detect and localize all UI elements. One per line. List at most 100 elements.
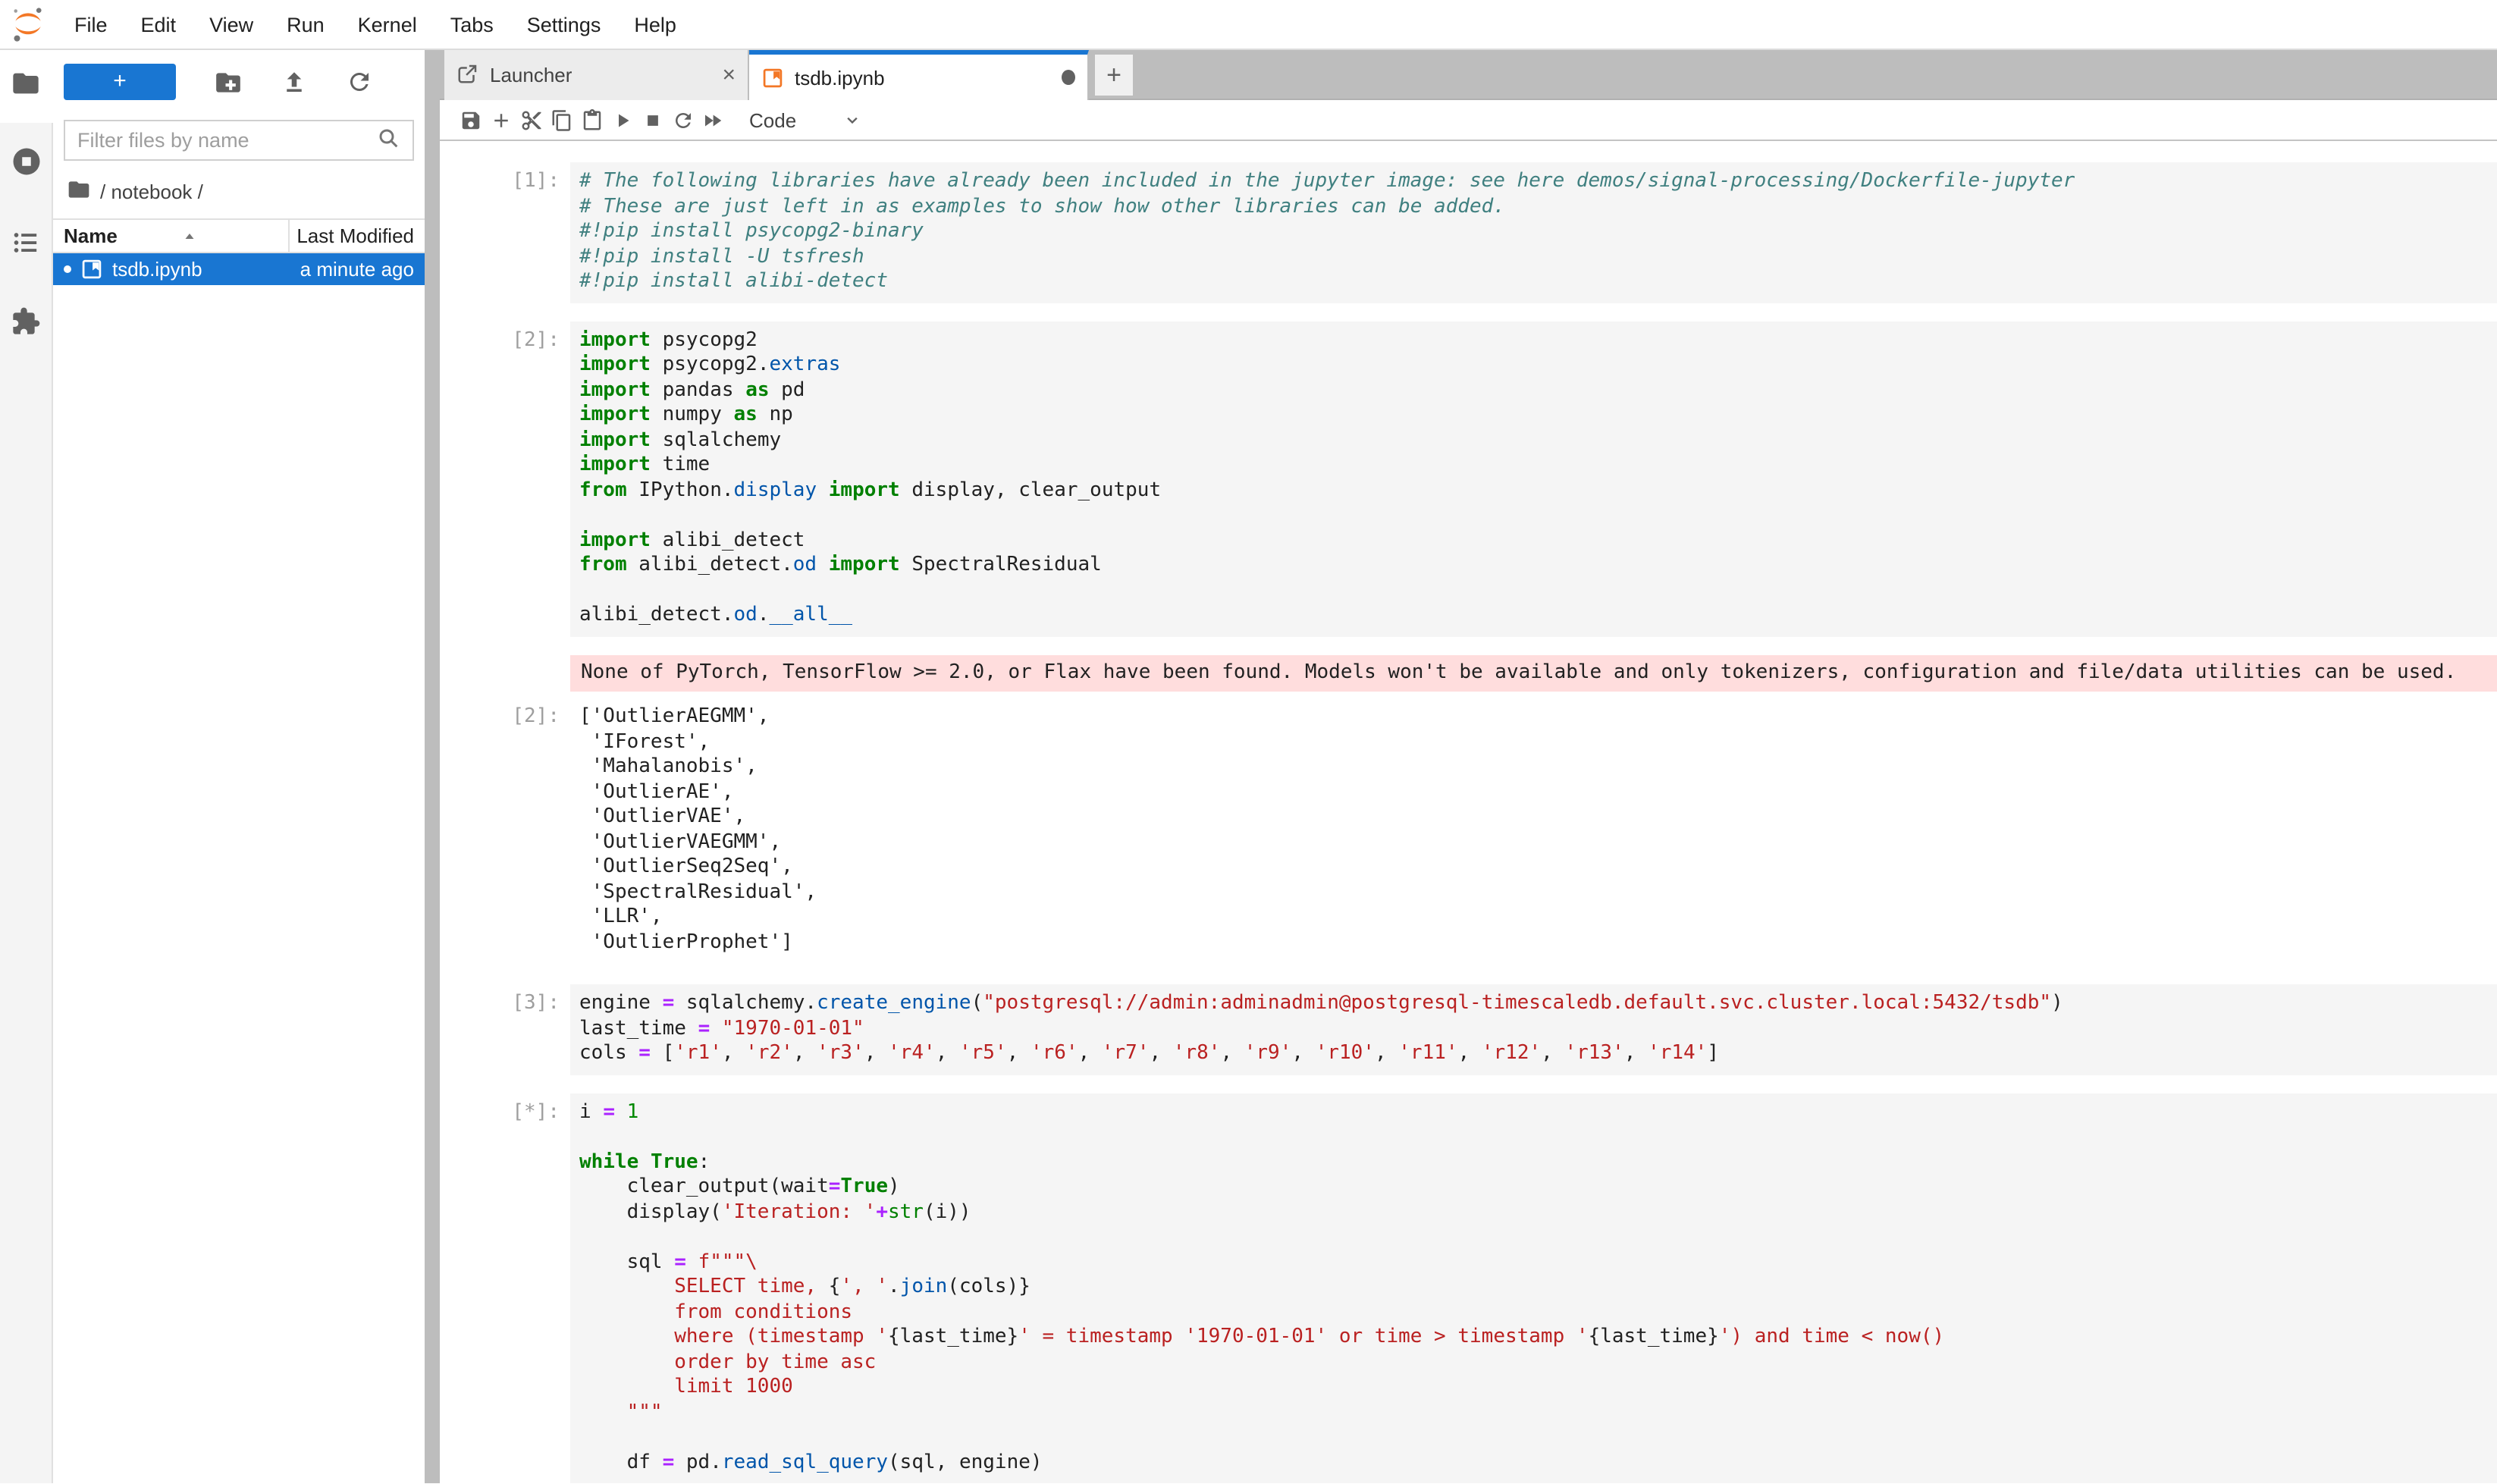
menu-tabs[interactable]: Tabs (434, 13, 510, 36)
restart-kernel-button[interactable] (667, 108, 698, 131)
cell-editor[interactable]: i = 1 while True: clear_output(wait=True… (570, 1093, 2497, 1482)
code-line: display('Iteration: '+str(i)) (579, 1200, 2488, 1225)
sidebar-tab-file-browser[interactable] (0, 50, 52, 123)
code-line: while True: (579, 1150, 2488, 1175)
column-header-name[interactable]: Name (64, 224, 118, 247)
jupyterlab-window: File Edit View Run Kernel Tabs Settings … (0, 0, 2497, 1484)
panel-splitter[interactable] (425, 50, 440, 1482)
menu-kernel[interactable]: Kernel (341, 13, 434, 36)
code-line: 'OutlierVAE', (579, 805, 2488, 830)
menu-help[interactable]: Help (617, 13, 693, 36)
filter-files-input[interactable]: Filter files by name (64, 120, 414, 161)
cell-type-select[interactable]: Code (749, 108, 863, 131)
code-line: limit 1000 (579, 1376, 2488, 1401)
menu-view[interactable]: View (193, 13, 270, 36)
dirty-indicator (1062, 70, 1075, 85)
new-launcher-button[interactable]: + (64, 64, 176, 100)
jupyter-logo-icon (11, 5, 45, 43)
notebook-tab-icon (761, 66, 784, 89)
code-line: from IPython.display import display, cle… (579, 478, 2488, 504)
sort-ascending-icon[interactable] (181, 227, 199, 245)
output-prompt: [2]: (440, 698, 570, 955)
stop-circle-icon (10, 146, 42, 185)
menu-bar: File Edit View Run Kernel Tabs Settings … (0, 0, 2497, 50)
execution-count: [*]: (440, 1093, 570, 1482)
menu-settings[interactable]: Settings (510, 13, 618, 36)
restart-run-all-button[interactable] (698, 108, 728, 131)
cell-editor[interactable]: # The following libraries have already b… (570, 162, 2497, 303)
sidebar-tab-running-kernels[interactable] (0, 135, 52, 196)
tab-tsdb-notebook[interactable]: tsdb.ipynb (749, 50, 1089, 100)
upload-button[interactable] (281, 68, 308, 96)
code-line: order by time asc (579, 1351, 2488, 1376)
output-text: ['OutlierAEGMM', 'IForest', 'Mahalanobis… (570, 698, 2497, 955)
puzzle-icon (11, 306, 41, 344)
code-line: None of PyTorch, TensorFlow >= 2.0, or F… (581, 660, 2486, 686)
cell-editor[interactable]: engine = sqlalchemy.create_engine("postg… (570, 984, 2497, 1075)
sidebar-tab-table-of-contents[interactable] (0, 215, 52, 276)
code-line: i = 1 (579, 1100, 2488, 1125)
file-name: tsdb.ipynb (112, 258, 291, 281)
code-line: SELECT time, {', '.join(cols)} (579, 1275, 2488, 1300)
new-tab-button[interactable]: + (1095, 55, 1133, 96)
add-cell-button[interactable] (485, 108, 516, 131)
code-line: df = pd.read_sql_query(sql, engine) (579, 1451, 2488, 1476)
code-line: 'IForest', (579, 730, 2488, 755)
cut-cells-button[interactable] (516, 108, 546, 131)
notebook-cell[interactable]: [*]:i = 1 while True: clear_output(wait=… (440, 1093, 2497, 1482)
file-row-tsdb[interactable]: tsdb.ipynb a minute ago (53, 253, 425, 285)
code-line: #!pip install alibi-detect (579, 270, 2488, 295)
code-line: from alibi_detect.od import SpectralResi… (579, 554, 2488, 579)
column-header-modified[interactable]: Last Modified (296, 224, 414, 247)
notebook-cell[interactable]: [1]: # The following libraries have alrea… (440, 162, 2497, 303)
notebook-content: [1]: # The following libraries have alrea… (440, 141, 2497, 1482)
code-line: #!pip install psycopg2-binary (579, 220, 2488, 245)
breadcrumb[interactable]: / notebook / (53, 164, 425, 218)
code-line: cols = ['r1', 'r2', 'r3', 'r4', 'r5', 'r… (579, 1042, 2488, 1067)
notebook-cell[interactable]: [3]:engine = sqlalchemy.create_engine("p… (440, 984, 2497, 1075)
tab-launcher[interactable]: Launcher × (444, 50, 749, 100)
code-line: 'SpectralResidual', (579, 880, 2488, 905)
menu-file[interactable]: File (58, 13, 124, 36)
new-folder-button[interactable] (214, 67, 243, 96)
file-modified: a minute ago (300, 258, 414, 281)
file-browser-toolbar: + (53, 50, 425, 114)
notebook-file-icon (80, 258, 103, 281)
list-icon (11, 227, 41, 265)
execution-count: [2]: (440, 321, 570, 636)
tab-label: tsdb.ipynb (795, 66, 885, 89)
tab-label: Launcher (490, 64, 572, 86)
close-tab-icon[interactable]: × (722, 62, 736, 88)
chevron-down-icon (842, 109, 863, 130)
code-line: import pandas as pd (579, 378, 2488, 403)
cell-list: [1]: # The following libraries have alrea… (440, 162, 2497, 1482)
folder-icon (11, 67, 41, 105)
save-button[interactable] (455, 108, 485, 131)
cell-editor[interactable]: import psycopg2import psycopg2.extrasimp… (570, 321, 2497, 636)
code-line: # The following libraries have already b… (579, 170, 2488, 195)
code-line: clear_output(wait=True) (579, 1175, 2488, 1200)
execution-count: [1]: (440, 162, 570, 303)
code-line: 'OutlierAE', (579, 780, 2488, 805)
copy-cells-button[interactable] (546, 108, 576, 131)
code-line: last_time = "1970-01-01" (579, 1017, 2488, 1042)
code-line: # These are just left in as examples to … (579, 195, 2488, 220)
run-cell-button[interactable] (607, 108, 637, 131)
menu-edit[interactable]: Edit (124, 13, 193, 36)
sidebar-tab-extensions[interactable] (0, 294, 52, 355)
cell-type-value: Code (749, 108, 796, 131)
execute-result: [2]:['OutlierAEGMM', 'IForest', 'Mahalan… (440, 698, 2497, 955)
sidebar-icon-strip (0, 50, 53, 1482)
code-line: 'OutlierProphet'] (579, 930, 2488, 955)
menu-run[interactable]: Run (270, 13, 341, 36)
code-line: import psycopg2 (579, 328, 2488, 353)
interrupt-kernel-button[interactable] (637, 108, 667, 131)
code-line: ['OutlierAEGMM', (579, 705, 2488, 730)
search-icon (376, 126, 400, 155)
refresh-button[interactable] (346, 68, 373, 96)
code-line (579, 504, 2488, 529)
code-line: where (timestamp '{last_time}' = timesta… (579, 1326, 2488, 1351)
notebook-cell[interactable]: [2]:import psycopg2import psycopg2.extra… (440, 321, 2497, 636)
code-line (579, 1125, 2488, 1150)
paste-cells-button[interactable] (576, 108, 607, 131)
